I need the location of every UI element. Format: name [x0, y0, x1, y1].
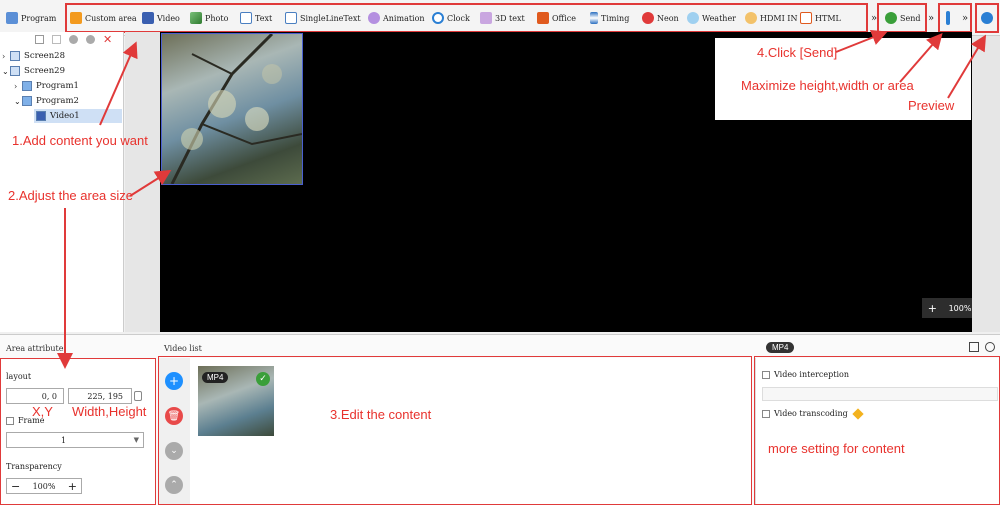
annotation-click-send: 4.Click [Send]: [757, 45, 838, 60]
annotation-width-height: Width,Height: [72, 404, 147, 419]
annotation-xy: X,Y: [32, 404, 53, 419]
annotation-add-content: 1.Add content you want: [12, 133, 148, 148]
annotation-maximize: Maximize height,width or area: [741, 78, 914, 93]
annotation-arrows: [57, 29, 987, 369]
annotation-adjust-size: 2.Adjust the area size: [8, 188, 134, 203]
annotation-preview: Preview: [908, 98, 955, 113]
annotation-edit-content: 3.Edit the content: [330, 407, 432, 422]
annotation-more-settings: more setting for content: [768, 441, 905, 456]
